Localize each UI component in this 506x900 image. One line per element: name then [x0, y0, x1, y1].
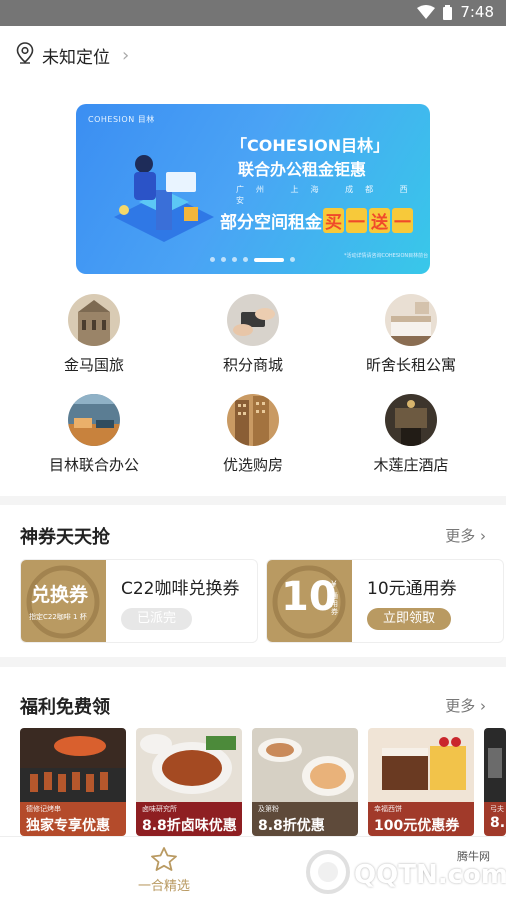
- banner-footnote: *活动详情请咨询COHESION目林前台: [344, 253, 429, 259]
- pagination-dot: [221, 257, 226, 262]
- noodles-photo-icon: [252, 728, 358, 802]
- location-pin-icon: [16, 42, 34, 69]
- grid-item-label: 木莲庄酒店: [373, 456, 449, 474]
- grid-item-label: 积分商城: [222, 356, 283, 374]
- welfare-card[interactable]: 及第粉 8.8折优惠: [252, 728, 358, 836]
- tab-featured[interactable]: 一合精选: [104, 847, 224, 894]
- skewers-photo-icon: [20, 728, 126, 802]
- grid-item-jinma-travel[interactable]: 金马国旅: [14, 294, 174, 375]
- pagination-dot: [243, 257, 248, 262]
- coupons-section: 神券天天抢 更多 › 兑换券 指定C22咖啡 1 杯 C22咖啡兑换券 已派完 …: [0, 505, 506, 657]
- banner-brand: COHESION 目林: [88, 115, 155, 124]
- cathedral-photo-icon: [68, 294, 120, 346]
- pagination-dot: [232, 257, 237, 262]
- star-icon: [151, 847, 177, 875]
- coupon-card[interactable]: 10 ¥ 通用券 10元通用券 立即领取: [266, 559, 504, 643]
- coupon-name: 10元通用券: [367, 579, 457, 599]
- grid-item-house-buying[interactable]: 优选购房: [173, 394, 333, 475]
- grid-item-label: 金马国旅: [63, 356, 124, 374]
- coupon-name: C22咖啡兑换券: [121, 579, 240, 599]
- welfare-more-link[interactable]: 更多 ›: [445, 695, 486, 716]
- welfare-card[interactable]: 卤味研究所 8.8折卤味优惠: [136, 728, 242, 836]
- banner-title-line1: 「COHESION目林」: [231, 136, 390, 155]
- section-title: 福利免费领: [20, 697, 110, 718]
- grid-item-mulian-hotel[interactable]: 木莲庄酒店: [331, 394, 491, 475]
- pagination-dot: [290, 257, 295, 262]
- claim-now-button[interactable]: 立即领取: [367, 608, 452, 630]
- banner-cities: 广州 上海 成都 西安: [236, 185, 420, 205]
- welfare-card[interactable]: 幸福西饼 100元优惠券: [368, 728, 474, 836]
- braised-meat-photo-icon: [136, 728, 242, 802]
- hotel-lobby-photo-icon: [385, 394, 437, 446]
- welfare-card[interactable]: 德修记烤串 独家专享优惠: [20, 728, 126, 836]
- battery-icon: [443, 4, 453, 20]
- pagination-dot: [210, 257, 215, 262]
- office-lounge-photo-icon: [68, 394, 120, 446]
- chevron-right-icon: ›: [480, 527, 486, 545]
- grid-item-points-mall[interactable]: 积分商城: [173, 294, 333, 375]
- coupons-more-link[interactable]: 更多 ›: [445, 525, 486, 546]
- banner-title-line2: 联合办公租金钜惠: [238, 160, 367, 179]
- watermark-logo-icon: [306, 850, 350, 894]
- promo-banner[interactable]: COHESION 目林 「COHESION目林」 联合办公租金钜惠 广州 上海 …: [76, 104, 430, 274]
- grid-item-label: 目林联合办公: [48, 456, 139, 474]
- section-title: 神券天天抢: [20, 527, 110, 548]
- chevron-right-icon: ›: [480, 697, 486, 715]
- wifi-icon: [417, 5, 436, 19]
- banner-pagination: [210, 257, 295, 262]
- status-time: 7:48: [460, 3, 494, 21]
- grid-item-label: 昕舍长租公寓: [365, 356, 456, 374]
- coupon-image: 兑换券 指定C22咖啡 1 杯: [21, 560, 106, 642]
- food-photo-icon: [484, 728, 506, 802]
- welfare-card[interactable]: 弓夫 8.: [484, 728, 506, 836]
- status-bar: 7:48: [0, 0, 506, 26]
- grid-item-xinshe-apartment[interactable]: 昕舍长租公寓: [331, 294, 491, 375]
- coupon-image: 10 ¥ 通用券: [267, 560, 352, 642]
- location-selector[interactable]: 未知定位 ›: [16, 42, 129, 69]
- grid-item-label: 优选购房: [222, 456, 283, 474]
- site-watermark: 腾牛网 QQTN.com: [298, 846, 506, 894]
- banner-promo: 部分空间租金买一送一: [220, 208, 414, 233]
- cake-photo-icon: [368, 728, 474, 802]
- apartment-building-photo-icon: [227, 394, 279, 446]
- tab-label: 一合精选: [137, 879, 190, 894]
- bedroom-photo-icon: [385, 294, 437, 346]
- chevron-right-icon: ›: [122, 45, 130, 66]
- grid-item-cohesion-office[interactable]: 目林联合办公: [14, 394, 174, 475]
- coupon-card[interactable]: 兑换券 指定C22咖啡 1 杯 C22咖啡兑换券 已派完: [20, 559, 258, 643]
- office-worker-illustration-icon: [114, 155, 214, 242]
- coupon-sold-out-button[interactable]: 已派完: [121, 608, 193, 630]
- pagination-dot-active: [254, 257, 284, 262]
- location-text: 未知定位: [42, 48, 110, 68]
- handshake-card-photo-icon: [227, 294, 279, 346]
